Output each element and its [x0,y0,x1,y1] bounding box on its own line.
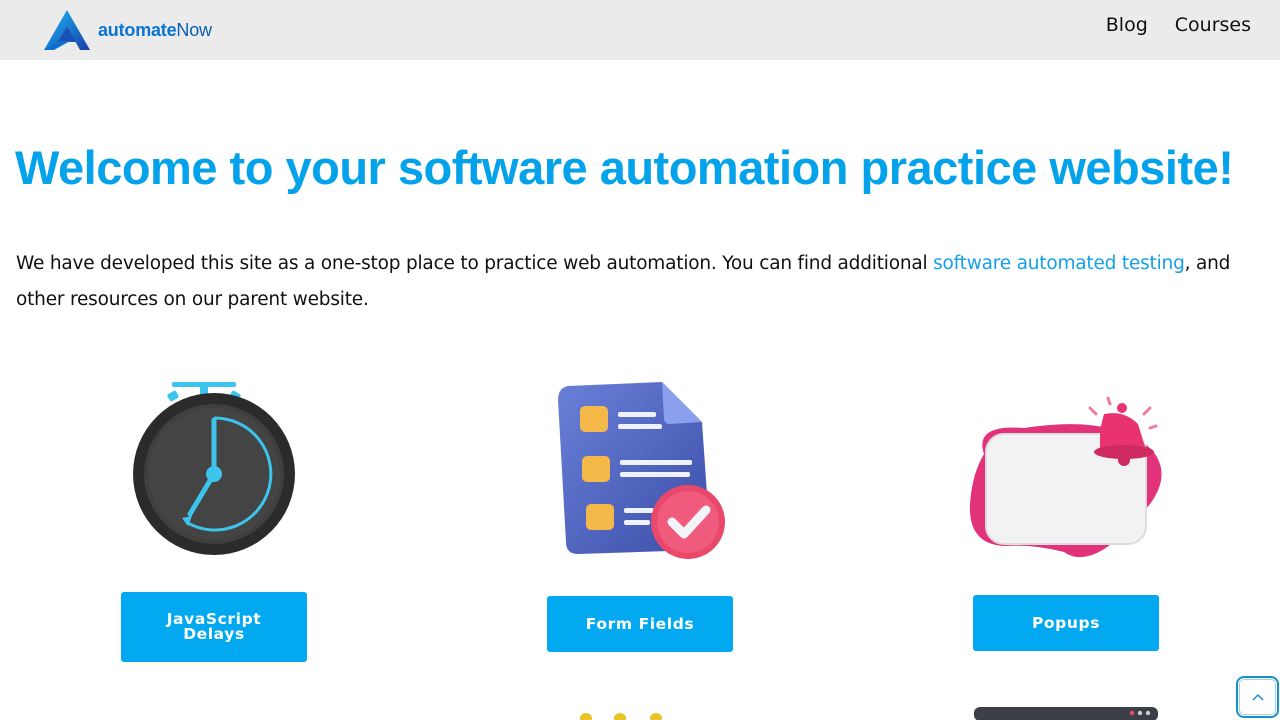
main-nav: Blog Courses [1106,14,1251,36]
logo-mark-icon [44,10,90,50]
software-automated-testing-link[interactable]: software automated testing [933,253,1185,274]
nav-link-courses[interactable]: Courses [1175,14,1251,36]
browser-window-icon [974,707,1158,720]
popups-button[interactable]: Popups [973,595,1159,651]
logo-text: automateNow [98,19,212,40]
nav-link-blog[interactable]: Blog [1106,14,1148,36]
coil-binding-icon [580,713,662,720]
site-header: automateNow Blog Courses [0,0,1280,60]
stopwatch-icon [133,382,295,555]
scroll-to-top-inner [1239,679,1276,715]
scroll-to-top-button[interactable] [1236,676,1279,718]
site-logo[interactable]: automateNow [42,8,212,52]
javascript-delays-button[interactable]: JavaScript Delays [121,592,307,662]
intro-text-start: We have developed this site as a one-sto… [16,253,934,274]
intro-paragraph: We have developed this site as a one-sto… [16,246,1266,318]
page-title: Welcome to your software automation prac… [15,141,1234,194]
popup-bell-icon [969,396,1162,558]
chevron-up-icon [1251,693,1264,701]
form-checklist-icon [558,382,725,559]
form-fields-button[interactable]: Form Fields [547,596,733,652]
